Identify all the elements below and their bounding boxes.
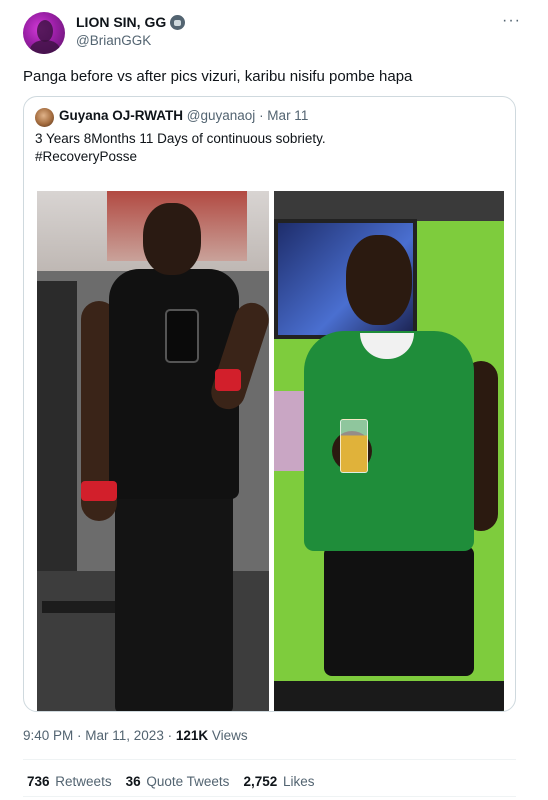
quote-header: Guyana OJ-RWATH @guyanaoj · Mar 11 [59,108,308,123]
quotes-count: 36 [125,774,141,789]
more-options-icon[interactable]: ··· [502,12,521,30]
tweet-time[interactable]: 9:40 PM · Mar 11, 2023 · [23,728,176,743]
quote-avatar[interactable] [35,108,54,127]
quotes-stat[interactable]: 36 Quote Tweets [126,774,230,789]
quote-handle: @guyanaoj [186,108,256,123]
quotes-label: Quote Tweets [146,774,230,789]
author-name-row: LION SIN, GG [76,14,186,30]
views-count: 121K [175,728,209,743]
retweets-label: Retweets [55,774,112,789]
after-photo[interactable] [274,191,504,711]
tweet: LION SIN, GG @BrianGGK ··· Panga before … [0,0,548,800]
tweet-timestamp: 9:40 PM · Mar 11, 2023 · 121K Views [23,728,248,743]
author-handle[interactable]: @BrianGGK [76,33,151,48]
quote-display-name: Guyana OJ-RWATH [59,108,184,123]
tweet-text: Panga before vs after pics vizuri, karib… [23,68,413,85]
engagement-stats: 736 Retweets 36 Quote Tweets 2,752 Likes [27,774,315,789]
divider [23,759,516,760]
quote-date: · Mar 11 [255,108,309,123]
quoted-tweet[interactable]: Guyana OJ-RWATH @guyanaoj · Mar 11 3 Yea… [23,96,516,712]
retweets-count: 736 [27,774,50,789]
author-avatar[interactable] [23,12,65,54]
likes-stat[interactable]: 2,752 Likes [243,774,314,789]
gorilla-emoji-icon [170,14,186,30]
likes-label: Likes [283,774,315,789]
likes-count: 2,752 [243,774,278,789]
views-label: Views [211,728,248,743]
quote-hashtag[interactable]: #RecoveryPosse [35,148,505,166]
quote-text-line1: 3 Years 8Months 11 Days of continuous so… [35,131,326,146]
divider-bottom [23,796,516,797]
author-display-name[interactable]: LION SIN, GG [76,14,166,30]
quote-text: 3 Years 8Months 11 Days of continuous so… [35,130,505,166]
retweets-stat[interactable]: 736 Retweets [27,774,112,789]
before-photo[interactable] [37,191,269,711]
